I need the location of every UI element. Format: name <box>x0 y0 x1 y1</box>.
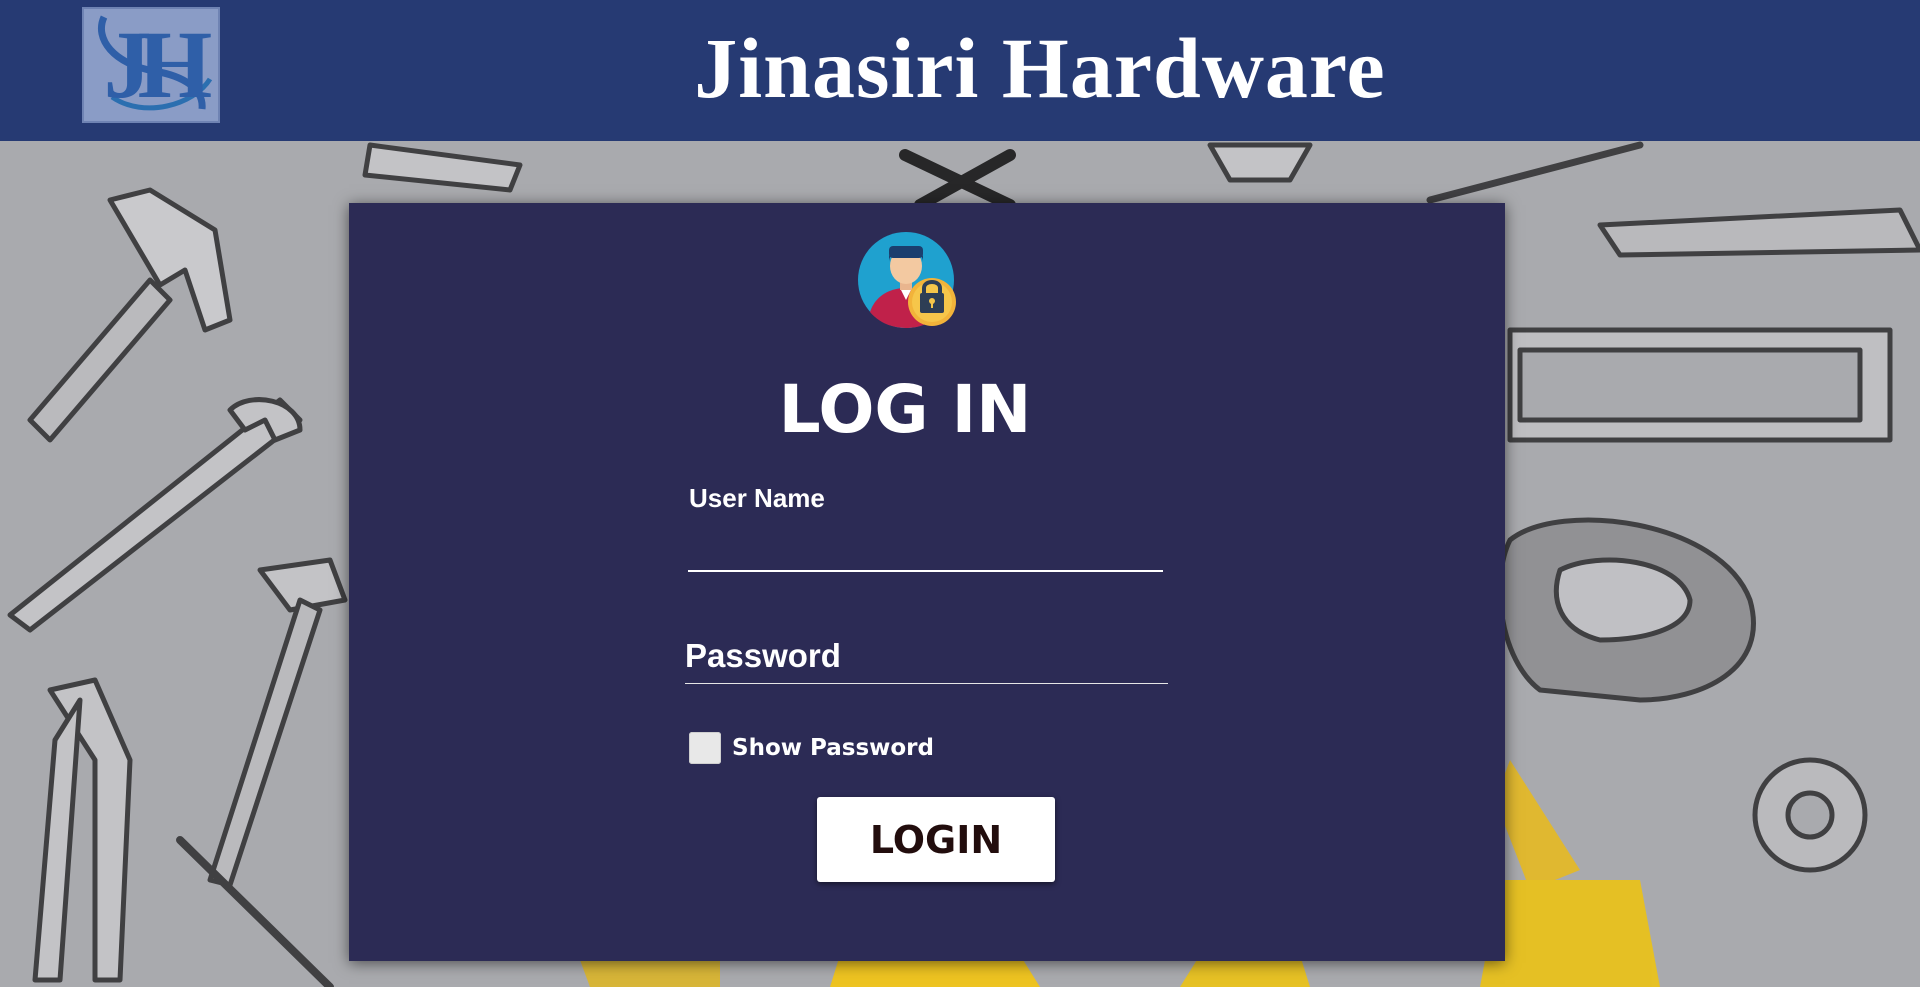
username-input[interactable] <box>688 522 1163 572</box>
user-lock-icon <box>858 232 956 328</box>
show-password-checkbox[interactable] <box>689 732 721 764</box>
username-label: User Name <box>689 483 825 513</box>
show-password-label: Show Password <box>732 735 934 761</box>
site-header: JH Jinasiri Hardware <box>0 0 1920 141</box>
password-input[interactable] <box>685 628 1168 684</box>
site-title: Jinasiri Hardware <box>694 20 1386 116</box>
login-button[interactable]: LOGIN <box>817 797 1055 882</box>
show-password-toggle[interactable]: Show Password <box>689 730 934 766</box>
login-heading: LOG IN <box>778 371 1032 448</box>
